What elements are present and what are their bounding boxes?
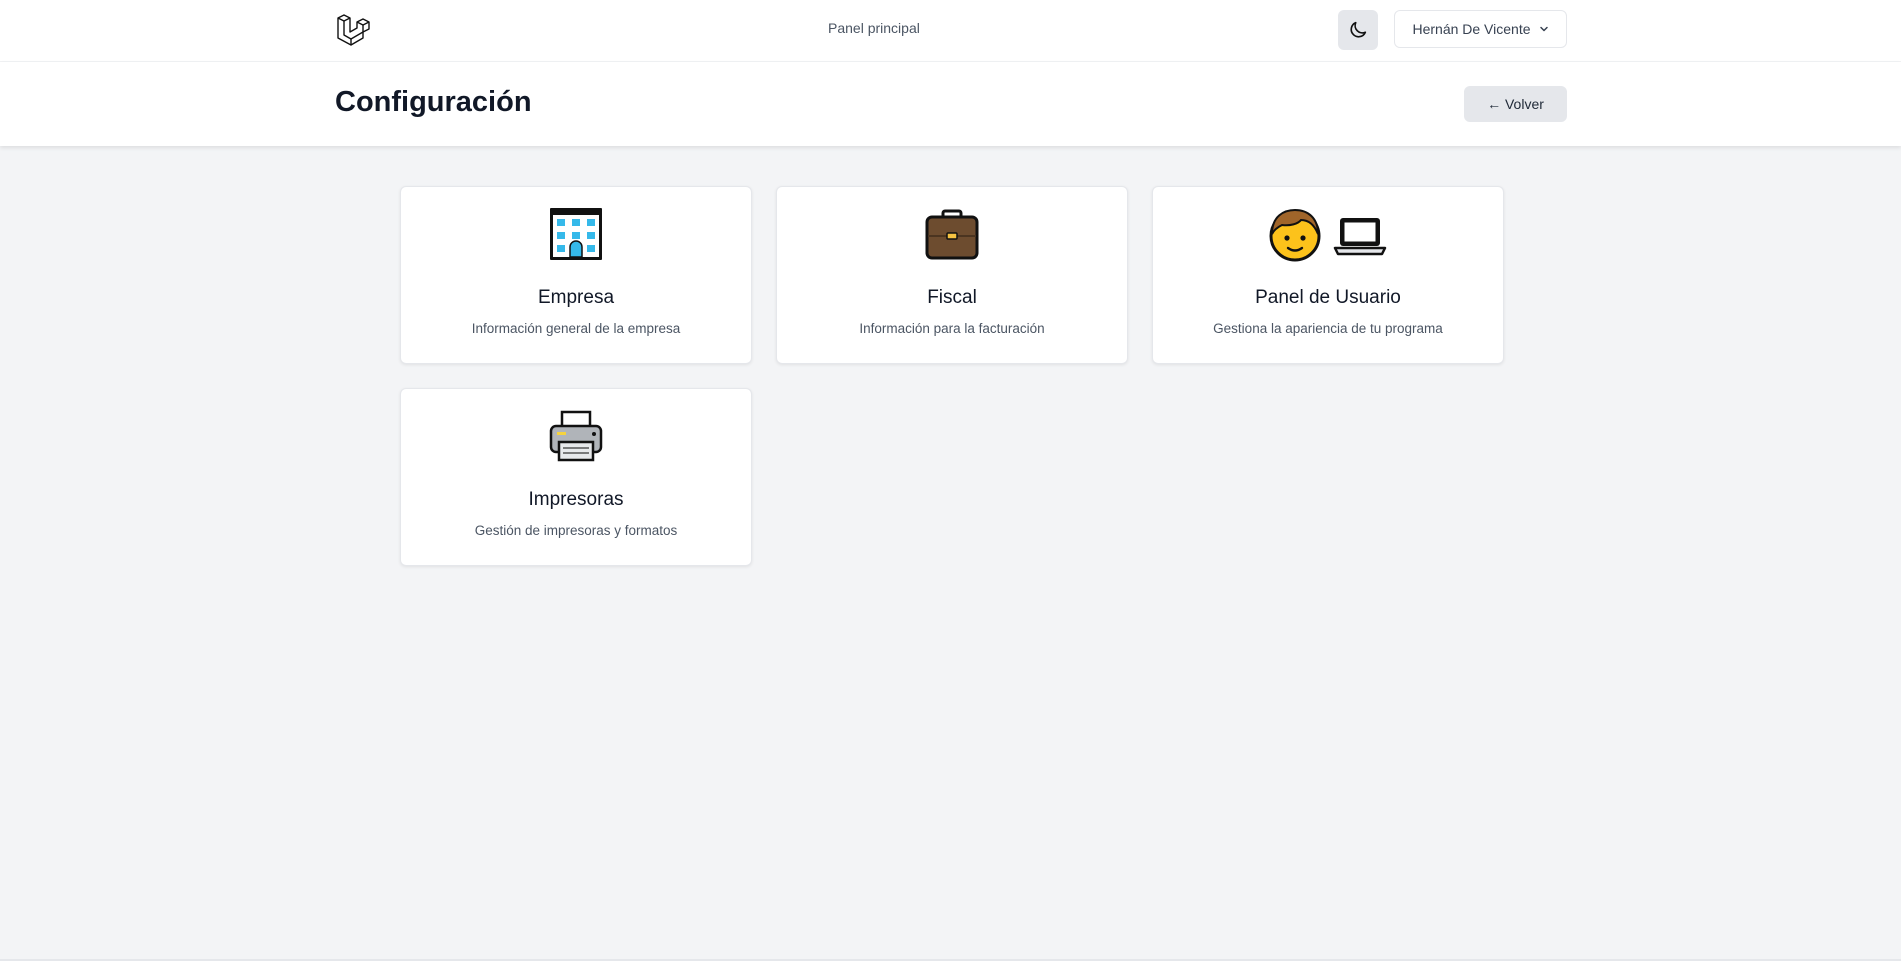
page-title: Configuración bbox=[335, 86, 532, 118]
back-button[interactable]: ← Volver bbox=[1464, 86, 1567, 122]
card-title: Fiscal bbox=[927, 287, 977, 308]
user-menu-button[interactable]: Hernán De Vicente bbox=[1394, 10, 1567, 48]
card-empresa[interactable]: Empresa Información general de la empres… bbox=[400, 186, 752, 364]
laravel-logo-icon[interactable] bbox=[335, 12, 371, 48]
card-title: Impresoras bbox=[528, 489, 624, 510]
card-description: Información para la facturación bbox=[859, 321, 1045, 336]
theme-toggle-button[interactable] bbox=[1338, 10, 1378, 50]
briefcase-icon bbox=[925, 209, 979, 260]
card-fiscal[interactable]: Fiscal Información para la facturación bbox=[776, 186, 1128, 364]
card-impresoras[interactable]: Impresoras Gestión de impresoras y forma… bbox=[400, 388, 752, 566]
office-building-icon bbox=[550, 208, 602, 260]
page-header: Configuración ← Volver bbox=[0, 62, 1901, 146]
printer-icon bbox=[549, 410, 603, 462]
card-description: Gestión de impresoras y formatos bbox=[474, 523, 678, 538]
chevron-down-icon bbox=[1539, 26, 1548, 32]
boy-face-icon bbox=[1269, 208, 1321, 262]
nav-link-dashboard[interactable]: Panel principal bbox=[828, 20, 920, 36]
card-description: Gestiona la apariencia de tu programa bbox=[1213, 321, 1443, 336]
top-navigation: Panel principal Hernán De Vicente bbox=[0, 0, 1901, 62]
card-panel-usuario[interactable]: Panel de Usuario Gestiona la apariencia … bbox=[1152, 186, 1504, 364]
user-name: Hernán De Vicente bbox=[1412, 21, 1531, 37]
card-title: Panel de Usuario bbox=[1255, 287, 1401, 308]
card-description: Información general de la empresa bbox=[471, 321, 681, 336]
card-title: Empresa bbox=[537, 287, 615, 308]
laptop-icon bbox=[1333, 218, 1387, 256]
moon-icon bbox=[1350, 21, 1367, 38]
